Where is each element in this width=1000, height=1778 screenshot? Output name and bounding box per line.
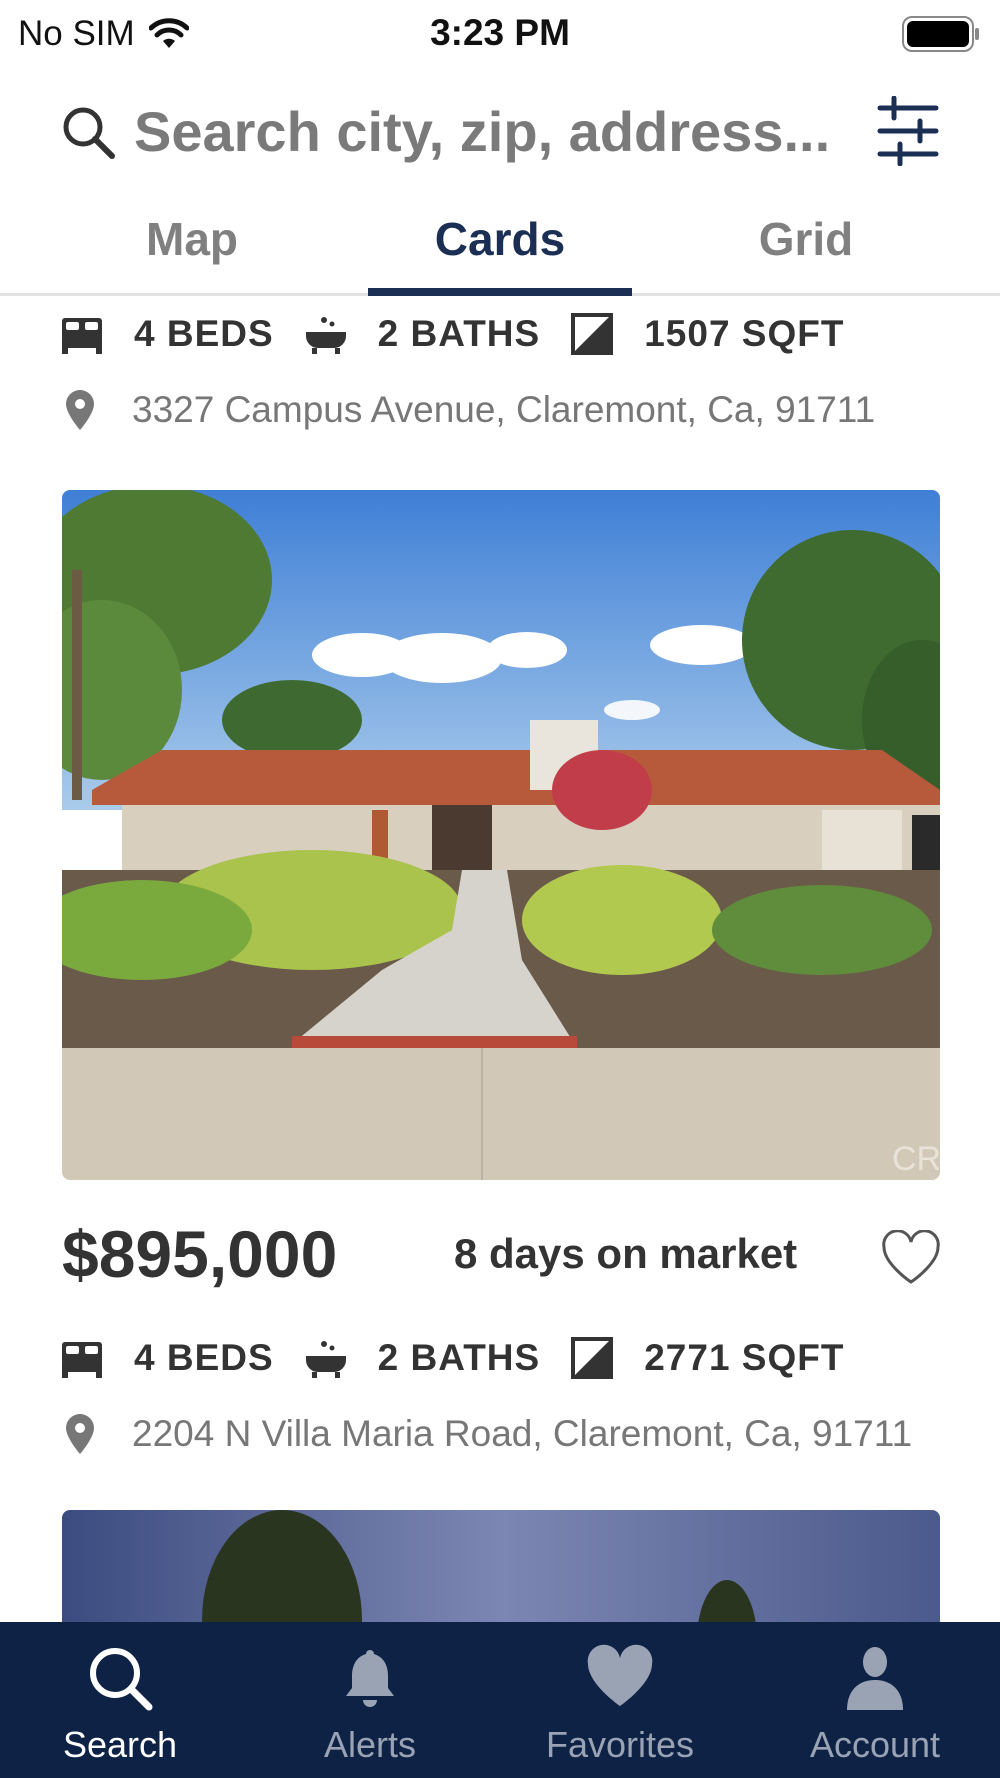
sqft-spec: 2771 SQFT — [570, 1336, 874, 1380]
nav-search[interactable]: Search — [40, 1622, 200, 1778]
listing-photo[interactable]: CR — [62, 490, 940, 1180]
location-pin-icon — [66, 1414, 94, 1454]
search-bar — [0, 86, 1000, 176]
active-tab-indicator — [368, 288, 632, 296]
status-bar: No SIM 3:23 PM — [0, 0, 1000, 66]
photo-watermark: CR — [892, 1140, 940, 1178]
nav-account[interactable]: Account — [790, 1622, 960, 1778]
bell-icon — [346, 1650, 394, 1707]
filter-sliders-icon[interactable] — [876, 96, 940, 166]
tab-cards[interactable]: Cards — [370, 212, 630, 266]
address-text: 2204 N Villa Maria Road, Claremont, Ca, … — [132, 1413, 913, 1454]
beds-spec: 4 BEDS — [60, 312, 304, 356]
bottom-tab-bar: Search Alerts Favorites Account — [0, 1622, 1000, 1778]
nav-alerts[interactable]: Alerts — [290, 1622, 450, 1778]
view-tabs: Map Cards Grid — [0, 200, 1000, 296]
listing-cards-scroll[interactable]: 4 BEDS 2 BATHS 1507 SQFT 3327 Campus Ave… — [0, 296, 1000, 1622]
status-time: 3:23 PM — [430, 12, 570, 53]
nav-favorites-label: Favorites — [545, 1724, 695, 1765]
nav-account-label: Account — [809, 1724, 941, 1765]
listing-address: 2204 N Villa Maria Road, Claremont, Ca, … — [60, 1406, 912, 1462]
sqft-spec: 1507 SQFT — [570, 312, 874, 356]
bed-icon — [62, 318, 102, 354]
baths-spec: 2 BATHS — [304, 1336, 571, 1380]
nav-search-label: Search — [62, 1724, 178, 1765]
square-footage-icon — [571, 313, 614, 355]
listing-photo[interactable] — [62, 1510, 940, 1622]
listing-specs: 4 BEDS 2 BATHS 1507 SQFT — [60, 306, 874, 362]
house-photo: CR — [62, 490, 940, 1180]
next-house-photo — [62, 1510, 940, 1622]
beds-spec: 4 BEDS — [60, 1336, 304, 1380]
beds-count: 4 BEDS — [134, 1337, 274, 1378]
baths-spec: 2 BATHS — [304, 312, 571, 356]
bathtub-icon — [305, 1341, 346, 1378]
sqft-value: 1507 SQFT — [644, 313, 845, 354]
address-text: 3327 Campus Avenue, Claremont, Ca, 91711 — [132, 389, 876, 430]
location-pin-icon — [66, 390, 94, 430]
days-on-market: 8 days on market — [454, 1230, 798, 1277]
tab-map[interactable]: Map — [92, 212, 292, 266]
beds-count: 4 BEDS — [134, 313, 274, 354]
search-input[interactable] — [134, 96, 834, 166]
baths-count: 2 BATHS — [377, 313, 541, 354]
square-footage-icon — [571, 1337, 614, 1379]
listing-price: $895,000 — [62, 1217, 338, 1291]
search-icon — [63, 107, 115, 159]
search-icon — [90, 1648, 153, 1711]
listing-address: 3327 Campus Avenue, Claremont, Ca, 91711 — [60, 382, 875, 438]
battery-icon — [902, 16, 979, 52]
baths-count: 2 BATHS — [377, 1337, 541, 1378]
bathtub-icon — [305, 317, 346, 354]
nav-alerts-label: Alerts — [323, 1724, 417, 1765]
favorite-heart-icon[interactable] — [880, 1230, 942, 1286]
nav-favorites[interactable]: Favorites — [530, 1622, 710, 1778]
person-icon — [847, 1647, 903, 1710]
listing-specs: 4 BEDS 2 BATHS 2771 SQFT — [60, 1330, 874, 1386]
tab-grid[interactable]: Grid — [706, 212, 906, 266]
bed-icon — [62, 1342, 102, 1378]
sqft-value: 2771 SQFT — [644, 1337, 845, 1378]
heart-icon — [587, 1644, 653, 1706]
